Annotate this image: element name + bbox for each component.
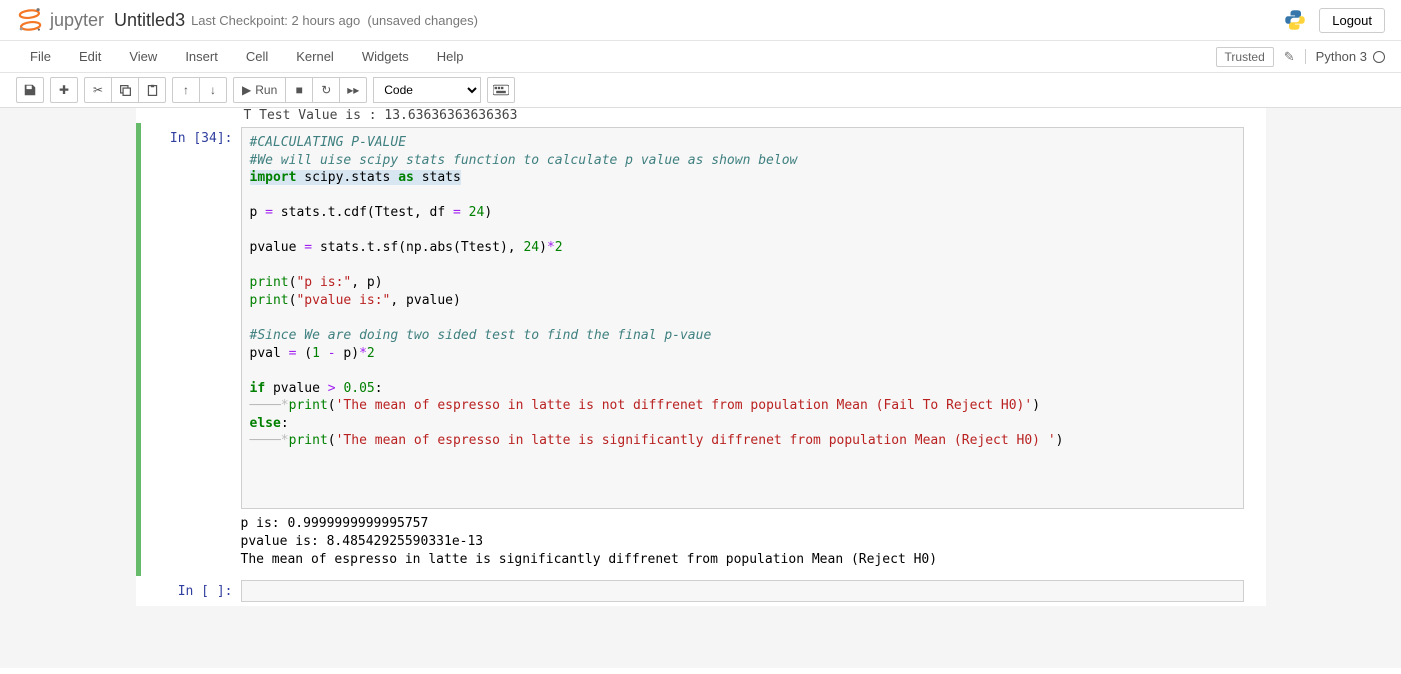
kernel-indicator[interactable]: Python 3 bbox=[1305, 49, 1385, 64]
kernel-status-icon bbox=[1373, 51, 1385, 63]
cell-output: p is: 0.9999999999995757 pvalue is: 8.48… bbox=[241, 509, 1244, 572]
logout-button[interactable]: Logout bbox=[1319, 8, 1385, 33]
menubar: File Edit View Insert Cell Kernel Widget… bbox=[0, 41, 1401, 73]
cut-button[interactable]: ✂ bbox=[84, 77, 112, 103]
menu-help[interactable]: Help bbox=[423, 43, 478, 70]
copy-button[interactable] bbox=[111, 77, 139, 103]
trusted-badge[interactable]: Trusted bbox=[1216, 47, 1274, 67]
restart-button[interactable]: ↻ bbox=[312, 77, 340, 103]
checkpoint-text: Last Checkpoint: 2 hours ago (unsaved ch… bbox=[191, 13, 478, 28]
code-cell[interactable]: In [34]: #CALCULATING P-VALUE #We will u… bbox=[136, 123, 1266, 576]
code-input[interactable] bbox=[241, 580, 1244, 602]
notebook: T Test Value is : 13.63636363636363 In [… bbox=[136, 108, 1266, 606]
jupyter-logo[interactable]: jupyter bbox=[16, 6, 104, 34]
interrupt-button[interactable]: ■ bbox=[285, 77, 313, 103]
toolbar: ✚ ✂ ↑ ↓ ▶Run ■ ↻ ▸▸ Code bbox=[0, 73, 1401, 108]
code-cell-empty[interactable]: In [ ]: bbox=[136, 576, 1266, 606]
add-cell-button[interactable]: ✚ bbox=[50, 77, 78, 103]
save-button[interactable] bbox=[16, 77, 44, 103]
edit-icon[interactable]: ✎ bbox=[1284, 49, 1295, 65]
notebook-title[interactable]: Untitled3 bbox=[114, 10, 185, 31]
menu-insert[interactable]: Insert bbox=[171, 43, 232, 70]
input-prompt: In [ ]: bbox=[141, 580, 241, 602]
move-up-button[interactable]: ↑ bbox=[172, 77, 200, 103]
run-button[interactable]: ▶Run bbox=[233, 77, 286, 103]
jupyter-logo-icon bbox=[16, 6, 44, 34]
command-palette-button[interactable] bbox=[487, 77, 515, 103]
cell-type-select[interactable]: Code bbox=[373, 77, 481, 103]
menu-edit[interactable]: Edit bbox=[65, 43, 115, 70]
menu-cell[interactable]: Cell bbox=[232, 43, 282, 70]
python-icon bbox=[1283, 8, 1307, 32]
jupyter-logo-text: jupyter bbox=[50, 10, 104, 31]
notebook-container: T Test Value is : 13.63636363636363 In [… bbox=[0, 108, 1401, 668]
menu-view[interactable]: View bbox=[115, 43, 171, 70]
menu-kernel[interactable]: Kernel bbox=[282, 43, 348, 70]
menu-file[interactable]: File bbox=[16, 43, 65, 70]
restart-run-all-button[interactable]: ▸▸ bbox=[339, 77, 367, 103]
header: jupyter Untitled3 Last Checkpoint: 2 hou… bbox=[0, 0, 1401, 41]
menu-widgets[interactable]: Widgets bbox=[348, 43, 423, 70]
input-prompt: In [34]: bbox=[141, 127, 241, 572]
code-input[interactable]: #CALCULATING P-VALUE #We will uise scipy… bbox=[241, 127, 1244, 509]
move-down-button[interactable]: ↓ bbox=[199, 77, 227, 103]
prev-cell-output: T Test Value is : 13.63636363636363 bbox=[136, 108, 1266, 123]
paste-button[interactable] bbox=[138, 77, 166, 103]
